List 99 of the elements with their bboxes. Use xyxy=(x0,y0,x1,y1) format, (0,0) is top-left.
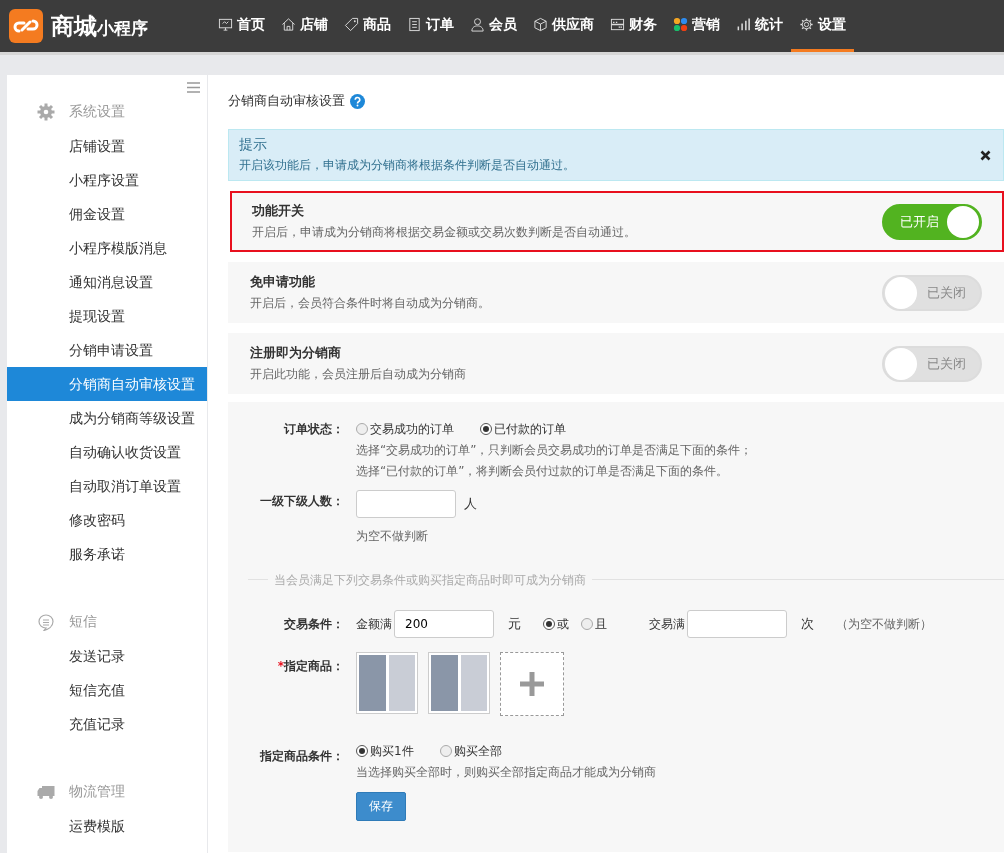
nav-tab[interactable]: 店铺 xyxy=(273,0,336,52)
close-icon[interactable] xyxy=(980,149,991,161)
house-icon xyxy=(281,17,296,32)
colored-petals-icon xyxy=(673,17,688,32)
document-icon xyxy=(407,17,422,32)
sidebar-item[interactable]: 提现设置 xyxy=(7,299,207,333)
monitor-icon xyxy=(218,17,233,32)
radio-circle[interactable] xyxy=(543,618,555,630)
unit-text: 次 xyxy=(801,615,814,633)
product-thumbnail[interactable] xyxy=(356,652,418,714)
hint-text: 当选择购买全部时，则购买全部指定商品才能成为分销商 xyxy=(356,764,656,781)
setting-description: 开启此功能，会员注册后自动成为分销商 xyxy=(250,366,466,383)
field-prefix: 金额满 xyxy=(356,615,392,633)
sidebar-item[interactable]: 充值记录 xyxy=(7,707,207,741)
section-divider-text: 当会员满足下列交易条件或购买指定商品时即可成为分销商 xyxy=(268,571,592,589)
nav-tab[interactable]: 首页 xyxy=(210,0,273,52)
sidebar-item[interactable]: 自动确认收货设置 xyxy=(7,435,207,469)
notice-title: 提示 xyxy=(239,136,268,154)
sidebar-item[interactable]: 佣金设置 xyxy=(7,197,207,231)
sidebar-item[interactable]: 小程序设置 xyxy=(7,163,207,197)
logo-title: 商城 xyxy=(51,11,97,41)
radio-circle[interactable] xyxy=(581,618,593,630)
field-prefix: 交易满 xyxy=(649,615,685,633)
photo-placeholder xyxy=(388,655,415,711)
sidebar-group-title: 物流管理 xyxy=(69,783,125,801)
radio-option[interactable]: 且 xyxy=(581,615,607,633)
notice-text: 开启该功能后，申请成为分销商将根据条件判断是否自动通过。 xyxy=(239,157,575,174)
required-mark: * xyxy=(277,659,284,673)
sidebar-group-title: 系统设置 xyxy=(69,103,125,121)
photo-placeholder xyxy=(431,655,458,711)
unit-text: 人 xyxy=(464,495,477,513)
setting-title: 功能开关 xyxy=(252,202,305,220)
sidebar-item[interactable]: 自动取消订单设置 xyxy=(7,469,207,503)
cube-icon xyxy=(533,17,548,32)
setting-title: 免申请功能 xyxy=(250,273,316,291)
setting-description: 开启后，申请成为分销商将根据交易金额或交易次数判断是否自动通过。 xyxy=(252,224,636,241)
hint-text: （为空不做判断） xyxy=(836,616,932,633)
sidebar-item[interactable]: 服务承诺 xyxy=(7,537,207,571)
sidebar-item[interactable]: 分销商自动审核设置 xyxy=(7,367,207,401)
chat-bubble-icon xyxy=(37,613,55,631)
product-thumbnail[interactable] xyxy=(428,652,490,714)
nav-tab[interactable]: 统计 xyxy=(728,0,791,52)
nav-tab[interactable]: 商品 xyxy=(336,0,399,52)
sidebar-item[interactable]: 通知消息设置 xyxy=(7,265,207,299)
radio-circle[interactable] xyxy=(356,745,368,757)
tag-icon xyxy=(344,17,359,32)
sidebar-item[interactable]: 运费模版 xyxy=(7,809,207,843)
nav-tab[interactable]: 财务 xyxy=(602,0,665,52)
add-product-button[interactable] xyxy=(500,652,564,716)
nav-tab[interactable]: 供应商 xyxy=(525,0,602,52)
hint-text: 为空不做判断 xyxy=(356,528,429,545)
sidebar-item[interactable]: 小程序模版消息 xyxy=(7,231,207,265)
nav-tab[interactable]: 营销 xyxy=(665,0,728,52)
field-label: 交易条件： xyxy=(283,616,345,633)
menu-icon[interactable] xyxy=(187,82,200,93)
radio-circle[interactable] xyxy=(439,745,452,757)
sidebar-item[interactable]: 成为分销商等级设置 xyxy=(7,401,207,435)
sidebar-group-title: 短信 xyxy=(69,613,97,631)
hint-text: 选择“已付款的订单”，将判断会员付过款的订单是否满足下面的条件。 xyxy=(356,463,730,480)
unit-text: 元 xyxy=(508,615,521,633)
radio-circle[interactable] xyxy=(480,423,492,435)
sidebar-item[interactable]: 发送记录 xyxy=(7,639,207,673)
sidebar-item[interactable]: 分销申请设置 xyxy=(7,333,207,367)
sidebar-item[interactable]: 店铺设置 xyxy=(7,129,207,163)
save-button[interactable]: 保存 xyxy=(356,792,406,821)
radio-circle[interactable] xyxy=(356,423,368,435)
setting-title: 注册即为分销商 xyxy=(250,344,342,362)
setting-description: 开启后，会员符合条件时将自动成为分销商。 xyxy=(250,295,490,312)
plus-icon xyxy=(520,672,544,696)
nav-tab[interactable]: 设置 xyxy=(791,0,854,52)
settings-icon xyxy=(799,17,814,32)
radio-option[interactable]: 或 xyxy=(543,615,569,633)
field-label: 指定商品条件： xyxy=(259,748,345,765)
person-icon xyxy=(470,17,485,32)
gear-icon xyxy=(37,103,55,121)
nav-tab[interactable]: 会员 xyxy=(462,0,525,52)
photo-placeholder xyxy=(460,655,487,711)
abacus-icon xyxy=(610,17,625,32)
sidebar-item[interactable]: 短信充值 xyxy=(7,673,207,707)
nav-tab[interactable]: 订单 xyxy=(399,0,462,52)
radio-option[interactable]: 购买1件 xyxy=(356,742,414,760)
input-field[interactable] xyxy=(356,490,456,518)
bar-chart-icon xyxy=(736,17,751,32)
input-field[interactable]: 200 xyxy=(394,610,494,638)
field-label: 订单状态： xyxy=(282,421,345,438)
field-label: *指定商品： xyxy=(276,658,345,675)
input-field[interactable] xyxy=(687,610,787,638)
radio-option[interactable]: 购买全部 xyxy=(439,742,502,760)
photo-placeholder xyxy=(359,655,386,711)
help-icon[interactable] xyxy=(350,93,365,109)
radio-option[interactable]: 已付款的订单 xyxy=(480,420,566,438)
radio-option[interactable]: 交易成功的订单 xyxy=(356,420,454,438)
hint-text: 选择“交易成功的订单”，只判断会员交易成功的订单是否满足下面的条件； xyxy=(356,442,753,459)
page-title: 分销商自动审核设置 xyxy=(228,92,345,110)
logo-icon xyxy=(9,9,43,43)
sidebar-item[interactable]: 修改密码 xyxy=(7,503,207,537)
field-label: 一级下级人数： xyxy=(259,493,345,510)
logo-subtitle: 小程序 xyxy=(97,17,148,40)
truck-icon xyxy=(37,783,55,801)
